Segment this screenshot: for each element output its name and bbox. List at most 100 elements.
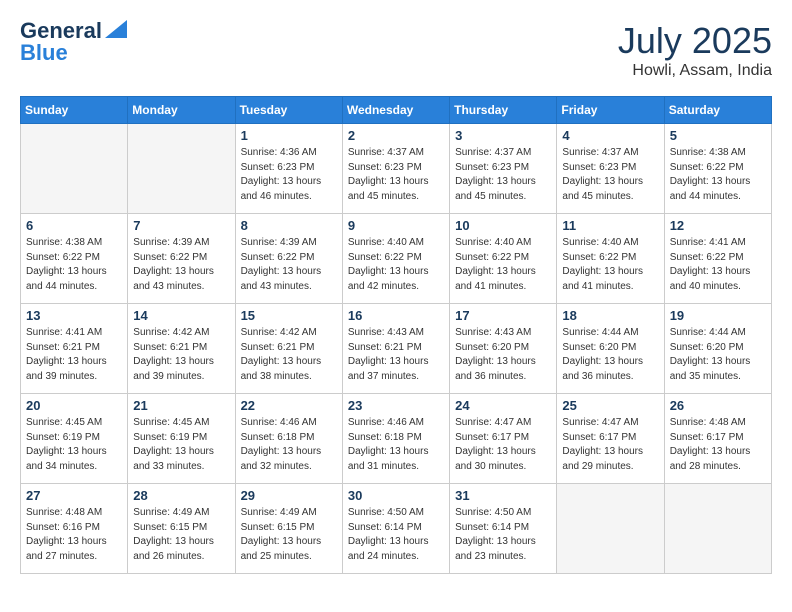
- day-number: 26: [670, 398, 766, 413]
- day-number: 22: [241, 398, 337, 413]
- month-title: July 2025: [618, 20, 772, 62]
- logo-blue: Blue: [20, 42, 68, 64]
- weekday-sunday: Sunday: [21, 97, 128, 124]
- cell-info: Sunrise: 4:46 AMSunset: 6:18 PMDaylight:…: [348, 416, 444, 474]
- weekday-thursday: Thursday: [450, 97, 557, 124]
- calendar-cell: 31 Sunrise: 4:50 AMSunset: 6:14 PMDayligh…: [450, 484, 557, 574]
- day-number: 2: [348, 128, 444, 143]
- cell-info: Sunrise: 4:40 AMSunset: 6:22 PMDaylight:…: [562, 236, 658, 294]
- day-number: 30: [348, 488, 444, 503]
- calendar-cell: 15 Sunrise: 4:42 AMSunset: 6:21 PMDayligh…: [235, 304, 342, 394]
- day-number: 16: [348, 308, 444, 323]
- calendar-table: SundayMondayTuesdayWednesdayThursdayFrid…: [20, 96, 772, 574]
- calendar-cell: 13 Sunrise: 4:41 AMSunset: 6:21 PMDayligh…: [21, 304, 128, 394]
- day-number: 27: [26, 488, 122, 503]
- calendar-cell: 26 Sunrise: 4:48 AMSunset: 6:17 PMDayligh…: [664, 394, 771, 484]
- cell-info: Sunrise: 4:37 AMSunset: 6:23 PMDaylight:…: [348, 146, 444, 204]
- week-row-5: 27Sunrise: 4:48 AMSunset: 6:16 PMDayligh…: [21, 484, 772, 574]
- day-number: 10: [455, 218, 551, 233]
- calendar-cell: 5 Sunrise: 4:38 AMSunset: 6:22 PMDaylight…: [664, 124, 771, 214]
- day-number: 19: [670, 308, 766, 323]
- cell-info: Sunrise: 4:43 AMSunset: 6:21 PMDaylight:…: [348, 326, 444, 384]
- day-number: 24: [455, 398, 551, 413]
- cell-info: Sunrise: 4:49 AMSunset: 6:15 PMDaylight:…: [241, 506, 337, 564]
- calendar-cell: 4 Sunrise: 4:37 AMSunset: 6:23 PMDaylight…: [557, 124, 664, 214]
- page-header: General Blue July 2025 Howli, Assam, Ind…: [20, 20, 772, 80]
- weekday-friday: Friday: [557, 97, 664, 124]
- cell-info: Sunrise: 4:44 AMSunset: 6:20 PMDaylight:…: [670, 326, 766, 384]
- calendar-cell: 28Sunrise: 4:49 AMSunset: 6:15 PMDayligh…: [128, 484, 235, 574]
- calendar-cell: 19 Sunrise: 4:44 AMSunset: 6:20 PMDayligh…: [664, 304, 771, 394]
- day-number: 23: [348, 398, 444, 413]
- calendar-cell: 27Sunrise: 4:48 AMSunset: 6:16 PMDayligh…: [21, 484, 128, 574]
- calendar-cell: 7Sunrise: 4:39 AMSunset: 6:22 PMDaylight…: [128, 214, 235, 304]
- cell-info: Sunrise: 4:42 AMSunset: 6:21 PMDaylight:…: [133, 326, 229, 384]
- calendar-cell: [664, 484, 771, 574]
- calendar-cell: 3 Sunrise: 4:37 AMSunset: 6:23 PMDaylight…: [450, 124, 557, 214]
- cell-info: Sunrise: 4:44 AMSunset: 6:20 PMDaylight:…: [562, 326, 658, 384]
- weekday-wednesday: Wednesday: [342, 97, 449, 124]
- day-number: 6: [26, 218, 122, 233]
- week-row-1: 1 Sunrise: 4:36 AMSunset: 6:23 PMDaylight…: [21, 124, 772, 214]
- cell-info: Sunrise: 4:49 AMSunset: 6:15 PMDaylight:…: [133, 506, 229, 564]
- day-number: 29: [241, 488, 337, 503]
- day-number: 11: [562, 218, 658, 233]
- calendar-cell: [128, 124, 235, 214]
- cell-info: Sunrise: 4:50 AMSunset: 6:14 PMDaylight:…: [348, 506, 444, 564]
- day-number: 3: [455, 128, 551, 143]
- cell-info: Sunrise: 4:46 AMSunset: 6:18 PMDaylight:…: [241, 416, 337, 474]
- weekday-monday: Monday: [128, 97, 235, 124]
- week-row-3: 13 Sunrise: 4:41 AMSunset: 6:21 PMDayligh…: [21, 304, 772, 394]
- calendar-cell: 21Sunrise: 4:45 AMSunset: 6:19 PMDayligh…: [128, 394, 235, 484]
- day-number: 1: [241, 128, 337, 143]
- cell-info: Sunrise: 4:36 AMSunset: 6:23 PMDaylight:…: [241, 146, 337, 204]
- cell-info: Sunrise: 4:50 AMSunset: 6:14 PMDaylight:…: [455, 506, 551, 564]
- cell-info: Sunrise: 4:37 AMSunset: 6:23 PMDaylight:…: [562, 146, 658, 204]
- calendar-cell: [557, 484, 664, 574]
- weekday-header-row: SundayMondayTuesdayWednesdayThursdayFrid…: [21, 97, 772, 124]
- calendar-cell: 10 Sunrise: 4:40 AMSunset: 6:22 PMDayligh…: [450, 214, 557, 304]
- cell-info: Sunrise: 4:43 AMSunset: 6:20 PMDaylight:…: [455, 326, 551, 384]
- cell-info: Sunrise: 4:39 AMSunset: 6:22 PMDaylight:…: [241, 236, 337, 294]
- cell-info: Sunrise: 4:41 AMSunset: 6:22 PMDaylight:…: [670, 236, 766, 294]
- calendar-cell: 6Sunrise: 4:38 AMSunset: 6:22 PMDaylight…: [21, 214, 128, 304]
- weekday-saturday: Saturday: [664, 97, 771, 124]
- day-number: 31: [455, 488, 551, 503]
- calendar-cell: 23 Sunrise: 4:46 AMSunset: 6:18 PMDayligh…: [342, 394, 449, 484]
- cell-info: Sunrise: 4:42 AMSunset: 6:21 PMDaylight:…: [241, 326, 337, 384]
- day-number: 13: [26, 308, 122, 323]
- calendar-cell: 29 Sunrise: 4:49 AMSunset: 6:15 PMDayligh…: [235, 484, 342, 574]
- logo-general: General: [20, 20, 102, 42]
- logo-icon: [105, 20, 127, 38]
- calendar-cell: 11 Sunrise: 4:40 AMSunset: 6:22 PMDayligh…: [557, 214, 664, 304]
- week-row-4: 20Sunrise: 4:45 AMSunset: 6:19 PMDayligh…: [21, 394, 772, 484]
- logo: General Blue: [20, 20, 127, 64]
- day-number: 17: [455, 308, 551, 323]
- day-number: 4: [562, 128, 658, 143]
- calendar-cell: 16 Sunrise: 4:43 AMSunset: 6:21 PMDayligh…: [342, 304, 449, 394]
- weekday-tuesday: Tuesday: [235, 97, 342, 124]
- cell-info: Sunrise: 4:39 AMSunset: 6:22 PMDaylight:…: [133, 236, 229, 294]
- calendar-cell: 8Sunrise: 4:39 AMSunset: 6:22 PMDaylight…: [235, 214, 342, 304]
- cell-info: Sunrise: 4:40 AMSunset: 6:22 PMDaylight:…: [455, 236, 551, 294]
- calendar-cell: 30 Sunrise: 4:50 AMSunset: 6:14 PMDayligh…: [342, 484, 449, 574]
- cell-info: Sunrise: 4:37 AMSunset: 6:23 PMDaylight:…: [455, 146, 551, 204]
- day-number: 20: [26, 398, 122, 413]
- week-row-2: 6Sunrise: 4:38 AMSunset: 6:22 PMDaylight…: [21, 214, 772, 304]
- calendar-cell: 18Sunrise: 4:44 AMSunset: 6:20 PMDayligh…: [557, 304, 664, 394]
- calendar-cell: 25Sunrise: 4:47 AMSunset: 6:17 PMDayligh…: [557, 394, 664, 484]
- calendar-cell: 20Sunrise: 4:45 AMSunset: 6:19 PMDayligh…: [21, 394, 128, 484]
- calendar-cell: 14Sunrise: 4:42 AMSunset: 6:21 PMDayligh…: [128, 304, 235, 394]
- calendar-cell: 2 Sunrise: 4:37 AMSunset: 6:23 PMDaylight…: [342, 124, 449, 214]
- calendar-cell: 17 Sunrise: 4:43 AMSunset: 6:20 PMDayligh…: [450, 304, 557, 394]
- day-number: 15: [241, 308, 337, 323]
- location-subtitle: Howli, Assam, India: [618, 62, 772, 80]
- cell-info: Sunrise: 4:40 AMSunset: 6:22 PMDaylight:…: [348, 236, 444, 294]
- cell-info: Sunrise: 4:48 AMSunset: 6:17 PMDaylight:…: [670, 416, 766, 474]
- cell-info: Sunrise: 4:41 AMSunset: 6:21 PMDaylight:…: [26, 326, 122, 384]
- cell-info: Sunrise: 4:38 AMSunset: 6:22 PMDaylight:…: [670, 146, 766, 204]
- day-number: 5: [670, 128, 766, 143]
- cell-info: Sunrise: 4:47 AMSunset: 6:17 PMDaylight:…: [562, 416, 658, 474]
- day-number: 9: [348, 218, 444, 233]
- calendar-cell: 22 Sunrise: 4:46 AMSunset: 6:18 PMDayligh…: [235, 394, 342, 484]
